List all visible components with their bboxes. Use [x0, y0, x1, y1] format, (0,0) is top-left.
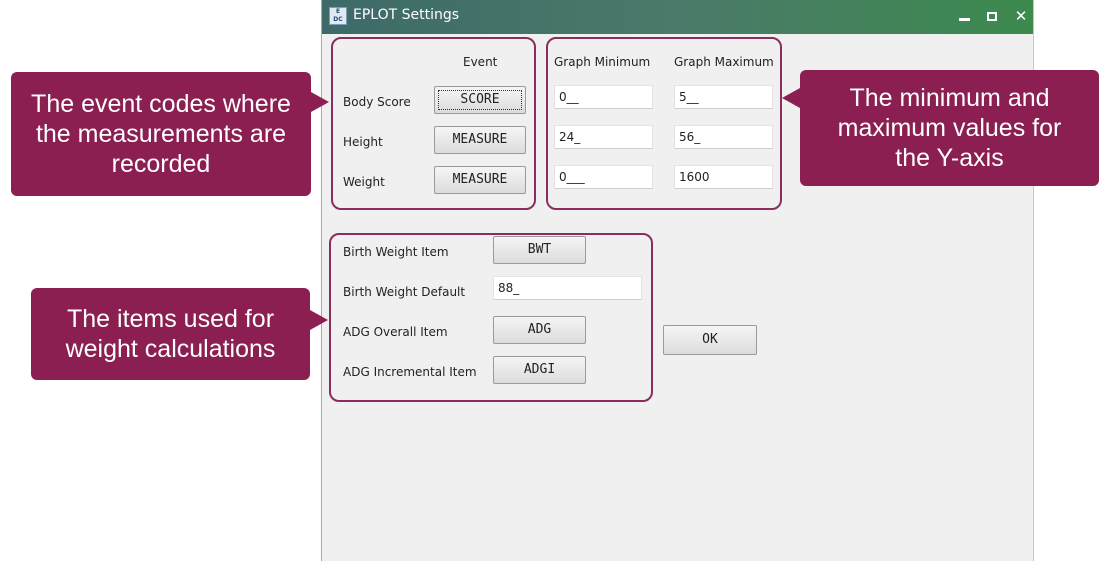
event-codes-callout: The event codes where the measurements a… [11, 72, 311, 196]
min-max-callout-pointer [782, 88, 800, 108]
ok-button[interactable]: OK [663, 325, 757, 355]
close-icon[interactable]: ✕ [1010, 5, 1032, 27]
eplot-app-icon: E DC [329, 7, 347, 25]
window-title: EPLOT Settings [353, 7, 460, 23]
maximize-icon[interactable] [981, 5, 1003, 27]
weight-items-callout-text: The items used for weight calculations [65, 305, 276, 363]
minimize-icon[interactable] [953, 5, 975, 27]
weight-items-highlight [329, 233, 653, 402]
title-bar: E DC EPLOT Settings ✕ [322, 0, 1033, 34]
min-max-callout-text: The minimum and maximum values for the Y… [837, 84, 1062, 172]
event-codes-callout-text: The event codes where the measurements a… [31, 90, 291, 178]
weight-items-callout-pointer [310, 310, 328, 330]
event-codes-highlight [331, 37, 536, 210]
min-max-highlight [546, 37, 782, 210]
min-max-callout: The minimum and maximum values for the Y… [800, 70, 1099, 186]
event-codes-callout-pointer [311, 92, 329, 112]
weight-items-callout: The items used for weight calculations [31, 288, 310, 380]
